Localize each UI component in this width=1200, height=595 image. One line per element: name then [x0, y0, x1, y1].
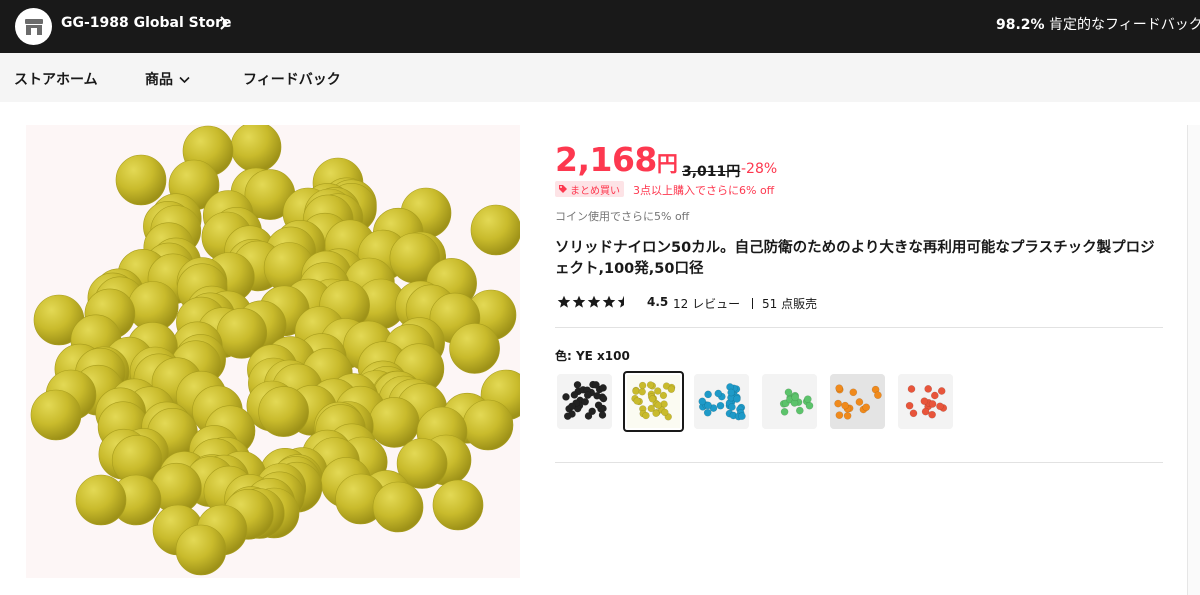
tag-icon: [559, 185, 567, 193]
coin-discount-text: コイン使用でさらに5% off: [555, 210, 690, 223]
chevron-right-icon[interactable]: [219, 15, 229, 31]
star-icon: [557, 295, 571, 308]
chevron-down-icon: [179, 76, 190, 84]
price-amount: 2,168: [555, 140, 657, 179]
nav-products[interactable]: 商品: [145, 69, 190, 89]
swatch-thumbnail: [898, 374, 953, 429]
feedback-percent: 98.2%: [996, 17, 1045, 33]
nav-products-label: 商品: [145, 72, 173, 88]
star-icon: [617, 295, 631, 308]
swatch-thumbnail: [830, 374, 885, 429]
price-unit: 円: [656, 152, 678, 176]
rating-stars[interactable]: [557, 293, 631, 311]
color-swatch-yellow[interactable]: [623, 371, 684, 432]
original-price: 3,011円: [682, 164, 741, 180]
swatch-thumbnail: [762, 374, 817, 429]
star-icon: [602, 295, 616, 308]
store-logo-icon[interactable]: [15, 8, 52, 45]
review-count-link[interactable]: 12 レビュー: [673, 295, 740, 312]
color-selected-label: 色: YE x100: [555, 349, 630, 363]
color-swatch-black[interactable]: [557, 374, 612, 429]
star-list: [557, 295, 631, 309]
rating-value: 4.5: [647, 295, 669, 309]
store-nav: ストアホーム 商品 フィードバック: [0, 53, 1200, 102]
color-swatch-red[interactable]: [898, 374, 953, 429]
nav-feedback[interactable]: フィードバック: [243, 69, 341, 89]
scrollbar[interactable]: [1187, 125, 1200, 595]
bundle-deal-badge: まとめ買い: [555, 181, 624, 197]
color-swatch-blue[interactable]: [694, 374, 749, 429]
swatch-thumbnail: [694, 374, 749, 429]
feedback-label: 肯定的なフィードバック: [1044, 17, 1200, 33]
swatch-thumbnail: [627, 375, 680, 428]
swatch-thumbnail: [557, 374, 612, 429]
divider: [555, 327, 1163, 328]
divider: [555, 462, 1163, 463]
positive-feedback-rate: 98.2% 肯定的なフィードバック: [996, 14, 1200, 34]
color-swatch-orange[interactable]: [830, 374, 885, 429]
nav-store-home[interactable]: ストアホーム: [14, 69, 98, 89]
sold-count: 51 点販売: [762, 297, 818, 311]
bundle-deal-text: 3点以上購入でさらに6% off: [633, 184, 775, 197]
separator: [752, 298, 753, 309]
store-name-link[interactable]: GG-1988 Global Store: [61, 15, 231, 31]
product-main-image[interactable]: [26, 125, 520, 578]
star-icon: [572, 295, 586, 308]
discount-percent: -28%: [741, 161, 778, 177]
current-price: 2,168円: [555, 140, 678, 180]
color-swatch-green[interactable]: [762, 374, 817, 429]
star-icon: [587, 295, 601, 308]
product-title: ソリッドナイロン50カル。自己防衛のためのより大きな再利用可能なプラスチック製プ…: [555, 240, 1155, 277]
bundle-badge-label: まとめ買い: [570, 185, 620, 197]
store-header: GG-1988 Global Store 98.2% 肯定的なフィードバック: [0, 0, 1200, 53]
